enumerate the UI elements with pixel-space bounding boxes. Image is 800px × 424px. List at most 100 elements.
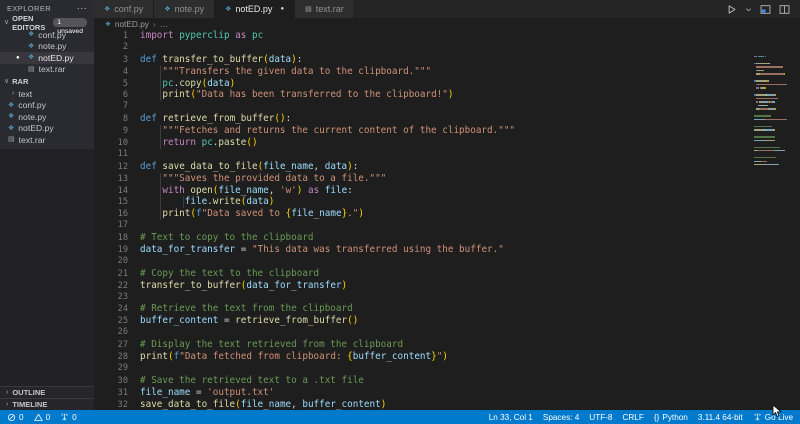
code-text[interactable]: transfer_to_buffer(data_for_transfer) <box>128 280 750 292</box>
open-editor-note.py[interactable]: ❖note.py <box>0 41 94 53</box>
code-text[interactable]: # Save the retrieved text to a .txt file <box>128 375 750 387</box>
code-line: 3def transfer_to_buffer(data): <box>94 54 750 66</box>
code-text[interactable]: # Retrieve the text from the clipboard <box>128 303 750 315</box>
code-line: 29 <box>94 363 750 375</box>
eol-sequence[interactable]: CRLF <box>622 413 643 422</box>
code-text[interactable]: buffer_content = retrieve_from_buffer() <box>128 315 750 327</box>
code-line: 5 pc.copy(data) <box>94 78 750 90</box>
code-line: 8def retrieve_from_buffer(): <box>94 113 750 125</box>
token: as <box>235 30 246 41</box>
line-number: 4 <box>94 67 128 79</box>
code-text[interactable]: def transfer_to_buffer(data): <box>128 54 750 66</box>
timeline-panel-header[interactable]: › TIMELINE <box>0 398 94 410</box>
code-text[interactable]: """Saves the provided data to a file.""" <box>128 173 750 185</box>
go-live[interactable]: Go Live <box>753 412 793 422</box>
token: , <box>314 161 325 172</box>
minimap[interactable] <box>754 56 787 168</box>
code-text[interactable]: file.write(data) <box>128 196 750 208</box>
status-label: Ln 33, Col 1 <box>489 413 533 422</box>
indent-guide <box>160 196 161 208</box>
outline-panel-header[interactable]: › OUTLINE <box>0 386 94 398</box>
tab-note.py[interactable]: ❖note.py <box>154 0 215 18</box>
file-notED.py[interactable]: ❖notED.py <box>0 123 94 135</box>
line-number: 30 <box>94 376 128 388</box>
code-text[interactable]: save_data_to_file(file_name, buffer_cont… <box>128 399 750 410</box>
minimap-line <box>754 66 787 67</box>
code-text[interactable]: def retrieve_from_buffer(): <box>128 113 750 125</box>
indent-guide <box>160 208 161 220</box>
language-mode[interactable]: {}Python <box>654 413 688 422</box>
line-number: 21 <box>94 269 128 281</box>
breadcrumb-file[interactable]: notED.py <box>115 19 149 29</box>
errors-count[interactable]: 0 <box>7 413 24 422</box>
token: print <box>162 89 190 100</box>
code-text[interactable]: import pyperclip as pc <box>128 30 750 42</box>
code-text[interactable]: # Text to copy to the clipboard <box>128 232 750 244</box>
breadcrumb-symbol[interactable]: … <box>160 19 168 29</box>
indentation[interactable]: Spaces: 4 <box>543 413 579 422</box>
token: file_name <box>263 161 313 172</box>
file-name: note.py <box>18 112 46 122</box>
tab-conf.py[interactable]: ❖conf.py <box>94 0 154 18</box>
minimap-line <box>754 80 787 81</box>
code-line: 25buffer_content = retrieve_from_buffer(… <box>94 315 750 327</box>
code-text[interactable]: print(f"Data fetched from clipboard: {bu… <box>128 351 750 363</box>
file-note.py[interactable]: ❖note.py <box>0 111 94 123</box>
tab-notED.py[interactable]: ❖notED.py● <box>215 0 295 18</box>
encoding[interactable]: UTF-8 <box>589 413 612 422</box>
indent-guide <box>160 78 161 90</box>
breadcrumb[interactable]: ❖ notED.py › … <box>94 18 800 30</box>
minimap-line <box>754 77 787 78</box>
token: data <box>246 196 268 207</box>
run-options-dropdown[interactable] <box>745 6 752 13</box>
editor-actions <box>726 0 800 18</box>
minimap-line <box>754 164 787 165</box>
tab-text.rar[interactable]: ▤text.rar <box>295 0 355 18</box>
token: transfer_to_buffer <box>140 280 241 291</box>
file-text.rar[interactable]: ▤text.rar <box>0 134 94 146</box>
code-text[interactable]: with open(file_name, 'w') as file: <box>128 185 750 197</box>
code-text[interactable]: def save_data_to_file(file_name, data): <box>128 161 750 173</box>
folder-section-header[interactable]: ∨ RAR <box>0 75 94 88</box>
split-editor-button[interactable] <box>779 4 790 15</box>
open-editor-text.rar[interactable]: ▤text.rar <box>0 64 94 76</box>
code-text[interactable]: file_name = 'output.txt' <box>128 387 750 399</box>
warnings-count[interactable]: 0 <box>34 413 51 422</box>
line-number: 17 <box>94 220 128 232</box>
token: : <box>353 161 359 172</box>
cursor-position[interactable]: Ln 33, Col 1 <box>489 413 533 422</box>
run-python-file-button[interactable] <box>726 4 737 15</box>
token: def <box>140 113 157 124</box>
token: ) <box>230 78 236 89</box>
broadcast-icon <box>753 412 762 422</box>
code-text[interactable]: """Fetches and returns the current conte… <box>128 125 750 137</box>
open-editor-conf.py[interactable]: ❖conf.py <box>0 29 94 41</box>
indent-guide <box>160 66 161 78</box>
code-text[interactable]: data_for_transfer = "This data was trans… <box>128 244 750 256</box>
folder-file-list: ›text❖conf.py❖note.py❖notED.py▤text.rar <box>0 88 94 146</box>
code-editor[interactable]: 1import pyperclip as pc23def transfer_to… <box>94 30 800 410</box>
code-text[interactable]: # Display the text retrieved from the cl… <box>128 339 750 351</box>
editor-layout-button[interactable] <box>760 4 771 15</box>
token: file <box>185 196 207 207</box>
line-number: 11 <box>94 149 128 161</box>
code-line: 23 <box>94 292 750 304</box>
python-interpreter[interactable]: 3.11.4 64-bit <box>698 413 743 422</box>
code-text[interactable]: pc.copy(data) <box>128 78 750 90</box>
code-text[interactable]: print("Data has been transferred to the … <box>128 89 750 101</box>
code-text[interactable]: # Copy the text to the clipboard <box>128 268 750 280</box>
open-editors-section-header[interactable]: ∨ OPEN EDITORS 1 unsaved <box>0 16 94 29</box>
sidebar-empty-area <box>0 149 94 387</box>
more-actions-icon[interactable]: ··· <box>77 5 87 11</box>
file-conf.py[interactable]: ❖conf.py <box>0 100 94 112</box>
python-file-icon: ❖ <box>164 6 170 13</box>
code-text[interactable]: """Transfers the given data to the clipb… <box>128 66 750 78</box>
open-editor-notED.py[interactable]: ●❖notED.py <box>0 52 94 64</box>
ports-count[interactable]: 0 <box>60 412 77 422</box>
code-lines[interactable]: 1import pyperclip as pc23def transfer_to… <box>94 30 750 410</box>
folder-text[interactable]: ›text <box>0 88 94 100</box>
code-text[interactable]: return pc.paste() <box>128 137 750 149</box>
token: file_name <box>291 208 341 219</box>
code-text[interactable]: print(f"Data saved to {file_name}.") <box>128 208 750 220</box>
token: buffer_content <box>140 315 218 326</box>
